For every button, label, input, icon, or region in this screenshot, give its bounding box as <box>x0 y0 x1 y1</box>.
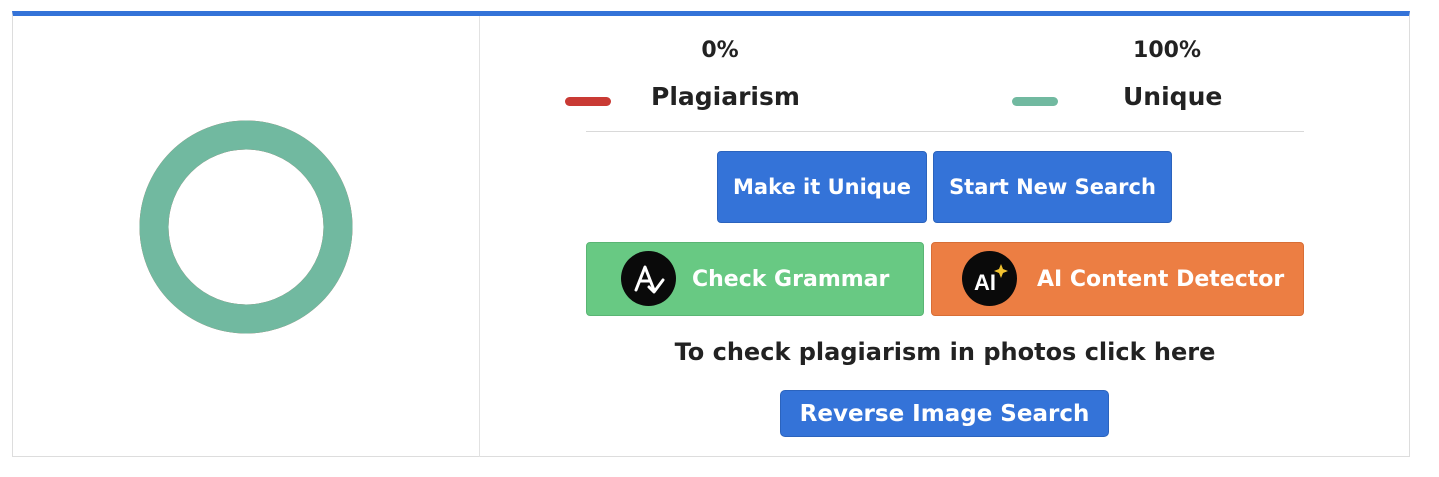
results-panel: 0% 100% Plagiarism Unique Make it Unique… <box>12 11 1410 457</box>
donut-svg <box>139 120 353 334</box>
start-new-search-button[interactable]: Start New Search <box>933 151 1172 223</box>
grammar-check-icon <box>621 251 676 306</box>
photo-plagiarism-hint: To check plagiarism in photos click here <box>674 338 1216 366</box>
ai-content-detector-label: AI Content Detector <box>1037 266 1285 292</box>
check-grammar-button[interactable]: Check Grammar <box>586 242 924 316</box>
stats-divider <box>586 131 1304 132</box>
unique-legend-label: Unique <box>1123 82 1223 111</box>
column-divider <box>479 16 480 457</box>
check-grammar-label: Check Grammar <box>692 266 890 292</box>
make-it-unique-button[interactable]: Make it Unique <box>717 151 927 223</box>
reverse-image-search-button[interactable]: Reverse Image Search <box>780 390 1109 437</box>
ai-sparkle-icon: AI <box>962 251 1017 306</box>
plagiarism-legend-label: Plagiarism <box>651 82 800 111</box>
ai-content-detector-button[interactable]: AI AI Content Detector <box>931 242 1304 316</box>
plagiarism-percent: 0% <box>701 38 739 63</box>
unique-percent: 100% <box>1133 38 1201 63</box>
uniqueness-donut-chart <box>139 120 353 334</box>
svg-text:AI: AI <box>974 270 996 295</box>
donut-unique-ring <box>139 120 353 334</box>
unique-legend-swatch <box>1012 97 1058 106</box>
plagiarism-legend-swatch <box>565 97 611 106</box>
